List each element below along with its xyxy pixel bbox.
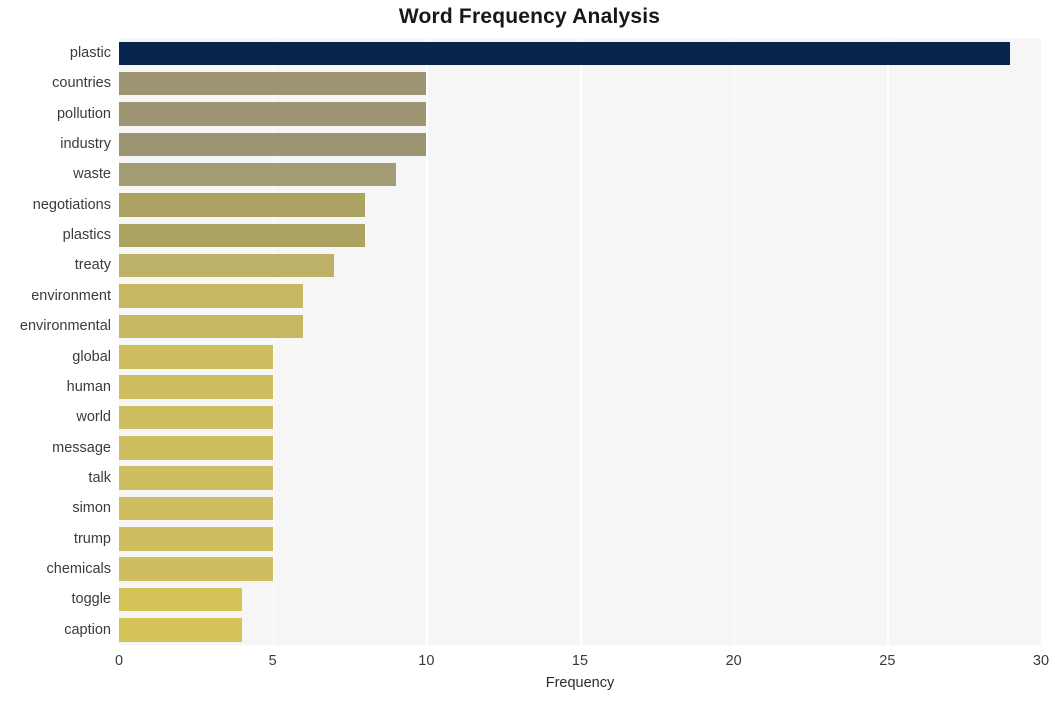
y-tick-label-plastic: plastic: [69, 45, 111, 61]
chart-figure: Word Frequency Analysis plastic countries…: [0, 0, 1059, 701]
y-tick-label-message: message: [52, 439, 111, 456]
y-tick-label-industry: industry: [60, 136, 111, 153]
x-tick-label-30: 30: [1032, 653, 1050, 669]
x-tick-label-10: 10: [418, 653, 435, 669]
y-tick-label-pollution: pollution: [56, 105, 111, 122]
y-tick-label-trump: trump: [73, 530, 111, 547]
y-tick-label-treaty: treaty: [74, 257, 111, 274]
y-tick-label-waste: waste: [73, 166, 111, 183]
x-tick-label-15: 15: [571, 653, 589, 669]
y-tick-label-environmental: environmental: [19, 318, 111, 335]
y-tick-label-environment: environment: [31, 287, 111, 304]
y-tick-label-negotiations: negotiations: [32, 196, 111, 213]
y-tick-label-chemicals: chemicals: [46, 560, 111, 577]
chart-title: Word Frequency Analysis: [398, 5, 661, 28]
y-tick-label-global: global: [72, 348, 111, 365]
y-tick-label-world: world: [76, 409, 111, 426]
y-tick-label-plastics: plastics: [62, 227, 111, 244]
x-axis-ticks: 0 5 10 15 20 25 30: [0, 645, 1059, 675]
y-tick-label-talk: talk: [88, 469, 111, 486]
y-tick-label-toggle: toggle: [71, 591, 111, 608]
x-tick-label-20: 20: [725, 653, 742, 669]
y-tick-label-simon: simon: [72, 500, 111, 517]
y-tick-label-human: human: [66, 378, 111, 395]
y-tick-label-caption: caption: [64, 621, 111, 638]
y-tick-label-countries: countries: [52, 75, 111, 92]
x-axis-label: Frequency: [545, 675, 615, 691]
x-tick-label-0: 0: [114, 653, 124, 669]
x-tick-label-5: 5: [268, 653, 277, 669]
y-axis-labels: plastic countries pollution industry waste ne…: [0, 38, 1059, 645]
x-tick-label-25: 25: [879, 653, 896, 669]
